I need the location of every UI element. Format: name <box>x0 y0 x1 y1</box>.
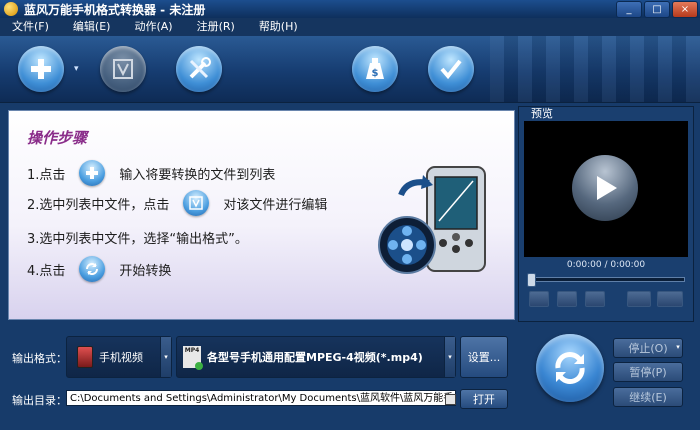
stop-dropdown-icon[interactable]: ▾ <box>673 338 683 356</box>
edit-file-button[interactable] <box>100 46 146 92</box>
menu-action[interactable]: 动作(A) <box>122 18 184 36</box>
phone-icon <box>77 346 93 368</box>
seek-bar[interactable] <box>527 273 685 287</box>
format-select-value: 各型号手机通用配置MPEG-4视频(*.mp4) <box>207 351 423 364</box>
play-button[interactable] <box>572 155 638 221</box>
output-panel: 输出格式： 手机视频 ▾ MP4 各型号手机通用配置MPEG-4视频(*.mp4… <box>8 330 513 412</box>
menu-help[interactable]: 帮助(H) <box>247 18 310 36</box>
snapshot-button[interactable] <box>627 291 651 307</box>
settings-button[interactable]: 设置... <box>460 336 508 378</box>
convert-icon <box>555 352 585 384</box>
play-icon <box>597 176 617 200</box>
window-title: 蓝风万能手机格式转换器 - 未注册 <box>24 2 206 17</box>
select-all-button[interactable] <box>428 46 474 92</box>
svg-text:$: $ <box>372 68 379 79</box>
preview-screen <box>524 121 688 257</box>
step-1: 1.点击 输入将要转换的文件到列表 <box>27 160 276 186</box>
step-3: 3.选中列表中文件，选择“输出格式”。 <box>27 225 248 249</box>
step-4-text: 开始转换 <box>119 263 172 279</box>
convert-icon <box>79 256 106 282</box>
step-1-text: 输入将要转换的文件到列表 <box>119 167 276 183</box>
preview-panel: 预览 0:00:00 / 0:00:00 <box>518 106 694 322</box>
step-2: 2.选中列表中文件，点击 对该文件进行编辑 <box>27 190 328 216</box>
step-4: 4.点击 开始转换 <box>27 256 172 282</box>
money-bag-icon: $ <box>366 58 384 79</box>
fullscreen-button[interactable] <box>657 291 683 307</box>
maximize-button[interactable]: □ <box>644 1 670 18</box>
step-4-prefix: 4.点击 <box>27 263 66 279</box>
device-select[interactable]: 手机视频 ▾ <box>66 336 172 378</box>
pda-device-illustration <box>378 166 486 274</box>
window-controls: _ □ × <box>616 1 698 18</box>
app-icon <box>4 2 18 16</box>
plus-icon <box>31 59 51 79</box>
steps-panel: 操作步骤 1.点击 输入将要转换的文件到列表 2.选中列表中文件，点击 对该文件… <box>8 110 515 320</box>
film-edit-icon <box>183 190 210 216</box>
chevron-down-icon: ▾ <box>444 337 455 377</box>
menu-edit[interactable]: 编辑(E) <box>61 18 123 36</box>
checkmark-icon <box>440 59 462 80</box>
close-button[interactable]: × <box>672 1 698 18</box>
output-dir-field[interactable]: C:\Documents and Settings\Administrator\… <box>66 390 456 406</box>
chevron-down-icon: ▾ <box>160 337 171 377</box>
film-edit-icon <box>113 59 133 79</box>
mp4-file-icon: MP4 <box>183 346 203 370</box>
step-2-text: 对该文件进行编辑 <box>223 197 328 213</box>
menu-file[interactable]: 文件(F) <box>0 18 61 36</box>
settings-tools-button[interactable] <box>176 46 222 92</box>
dir-checkbox[interactable] <box>445 394 456 405</box>
film-strip-decoration <box>490 36 700 102</box>
prev-frame-button[interactable] <box>529 291 549 307</box>
seek-thumb[interactable] <box>527 273 536 287</box>
output-dir-label: 输出目录： <box>12 394 67 407</box>
time-readout: 0:00:00 / 0:00:00 <box>566 260 646 270</box>
step-3-text: 3.选中列表中文件，选择“输出格式”。 <box>27 231 248 247</box>
step-2-prefix: 2.选中列表中文件，点击 <box>27 197 170 213</box>
menu-register[interactable]: 注册(R) <box>185 18 247 36</box>
stop-preview-button[interactable] <box>585 291 605 307</box>
tools-icon <box>189 57 211 79</box>
device-select-value: 手机视频 <box>99 351 143 364</box>
toolbar: ▾ $ <box>0 36 700 103</box>
register-button[interactable]: $ <box>352 46 398 92</box>
steps-title: 操作步骤 <box>27 129 88 147</box>
pause-button[interactable]: 暂停(P) <box>613 362 683 382</box>
minimize-button[interactable]: _ <box>616 1 642 18</box>
open-folder-button[interactable]: 打开 <box>460 389 508 409</box>
preview-label: 预览 <box>531 107 553 120</box>
format-select[interactable]: MP4 各型号手机通用配置MPEG-4视频(*.mp4) ▾ <box>176 336 456 378</box>
step-1-prefix: 1.点击 <box>27 167 66 183</box>
title-bar: 蓝风万能手机格式转换器 - 未注册 _ □ × <box>0 0 700 18</box>
mp4-badge: MP4 <box>184 347 200 354</box>
start-convert-button[interactable] <box>536 334 604 402</box>
plus-icon <box>79 160 106 186</box>
resume-button[interactable]: 继续(E) <box>613 387 683 407</box>
pause-preview-button[interactable] <box>557 291 577 307</box>
output-format-label: 输出格式： <box>12 352 67 365</box>
menu-bar: 文件(F) 编辑(E) 动作(A) 注册(R) 帮助(H) <box>0 18 700 36</box>
add-file-dropdown[interactable]: ▾ <box>74 64 79 74</box>
add-file-button[interactable] <box>18 46 64 92</box>
